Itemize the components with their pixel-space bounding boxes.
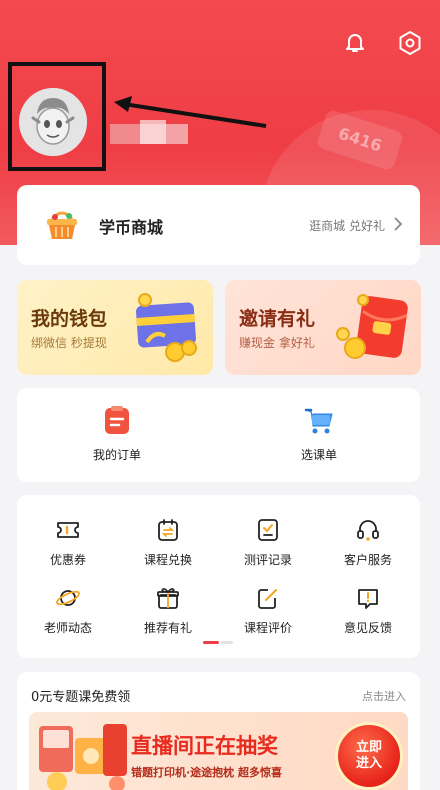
referral-gift-button[interactable]: 推荐有礼 bbox=[128, 585, 208, 636]
assessment-records-button[interactable]: 测评记录 bbox=[228, 517, 308, 568]
red-envelope-icon bbox=[336, 294, 408, 359]
basket-icon bbox=[47, 211, 77, 239]
mall-title: 学币商城 bbox=[99, 218, 164, 237]
chevron-right-icon bbox=[394, 217, 403, 231]
mall-subtitle: 逛商城 兑好礼 bbox=[309, 219, 385, 233]
edit-icon bbox=[258, 589, 277, 609]
course-cart-label: 选课单 bbox=[300, 448, 337, 462]
feedback-label: 意见反馈 bbox=[343, 621, 392, 635]
orders-card: 我的订单 选课单 bbox=[17, 388, 420, 482]
free-courses-enter-link[interactable]: 点击进入 bbox=[362, 688, 406, 704]
live-banner-title: 直播间正在抽奖 bbox=[131, 734, 278, 758]
services-grid-card: 优惠券 课程兑换 测评记录 客户服务 老师动态 推荐有礼 课程评价 意见反馈 bbox=[17, 495, 420, 658]
shopping-cart-icon bbox=[304, 408, 333, 434]
coin-mall-card[interactable]: 学币商城 逛商城 兑好礼 bbox=[17, 185, 420, 265]
assessment-icon bbox=[258, 519, 278, 541]
course-exchange-button[interactable]: 课程兑换 bbox=[128, 517, 208, 568]
enter-now-button[interactable]: 立即进入 bbox=[335, 722, 403, 790]
my-orders-button[interactable]: 我的订单 bbox=[77, 406, 157, 463]
bell-icon[interactable] bbox=[343, 30, 367, 54]
customer-service-button[interactable]: 客户服务 bbox=[328, 517, 408, 568]
wallet-promo-card[interactable]: 我的钱包 绑微信 秒提现 bbox=[17, 280, 213, 375]
coupon-button[interactable]: 优惠券 bbox=[28, 517, 108, 568]
live-banner-subtitle: 错题打印机·途途抱枕 超多惊喜 bbox=[131, 766, 283, 779]
invite-title: 邀请有礼 bbox=[239, 308, 316, 330]
exchange-icon bbox=[158, 519, 178, 541]
wallet-subtitle: 绑微信 秒提现 bbox=[31, 336, 107, 350]
assessment-records-label: 测评记录 bbox=[243, 553, 292, 567]
pointer-arrow-icon bbox=[114, 96, 267, 128]
teacher-updates-button[interactable]: 老师动态 bbox=[28, 585, 108, 636]
gear-icon[interactable] bbox=[397, 30, 423, 56]
live-lottery-banner[interactable]: 直播间正在抽奖 错题打印机·途途抱枕 超多惊喜 立即进入 bbox=[29, 712, 408, 790]
customer-service-label: 客户服务 bbox=[343, 553, 392, 567]
gift-icon bbox=[157, 588, 179, 609]
grid-page-indicator bbox=[203, 641, 233, 644]
free-courses-title: 0元专题课免费领 bbox=[31, 690, 131, 705]
coupon-label: 优惠券 bbox=[49, 553, 86, 567]
enter-now-label: 立即进入 bbox=[355, 740, 382, 771]
coupon-icon bbox=[57, 522, 79, 538]
free-courses-card: 0元专题课免费领 点击进入 直播间正在抽奖 错题打印机·途途抱枕 超多惊喜 立即… bbox=[17, 672, 420, 790]
invite-subtitle: 赚现金 拿好礼 bbox=[239, 336, 315, 350]
order-list-icon bbox=[105, 406, 129, 434]
headset-icon bbox=[357, 520, 379, 541]
invite-promo-card[interactable]: 邀请有礼 赚现金 拿好礼 bbox=[225, 280, 421, 375]
course-cart-button[interactable]: 选课单 bbox=[279, 406, 359, 463]
prizes-illustration-icon bbox=[39, 724, 127, 790]
avatar-highlight-box bbox=[8, 62, 106, 171]
referral-gift-label: 推荐有礼 bbox=[143, 621, 192, 635]
course-review-label: 课程评价 bbox=[243, 621, 292, 635]
course-review-button[interactable]: 课程评价 bbox=[228, 585, 308, 636]
planet-icon bbox=[56, 590, 80, 606]
feedback-button[interactable]: 意见反馈 bbox=[328, 585, 408, 636]
teacher-updates-label: 老师动态 bbox=[43, 621, 92, 635]
wallet-title: 我的钱包 bbox=[31, 308, 108, 330]
feedback-icon bbox=[358, 589, 378, 609]
my-orders-label: 我的订单 bbox=[92, 448, 141, 462]
course-exchange-label: 课程兑换 bbox=[143, 553, 192, 567]
wallet-card-icon bbox=[136, 293, 197, 362]
